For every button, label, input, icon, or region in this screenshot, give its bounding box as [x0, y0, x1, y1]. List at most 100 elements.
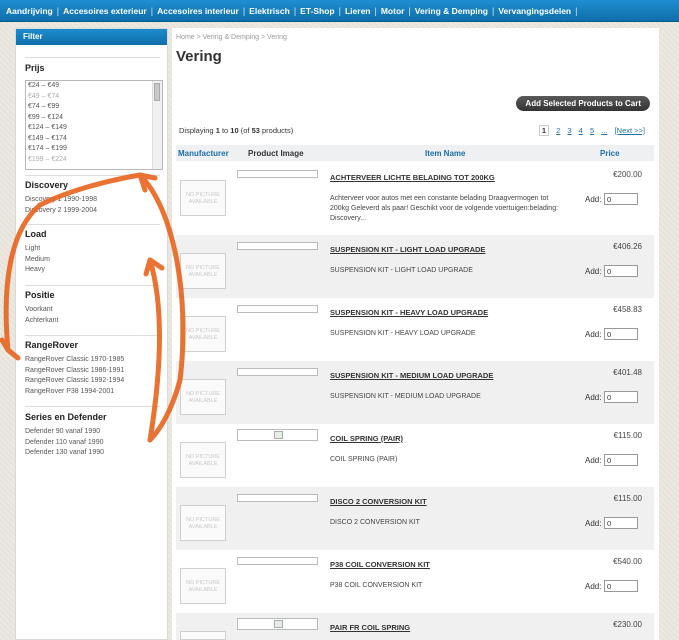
quantity-input[interactable]: 0: [604, 517, 638, 529]
product-name-link[interactable]: P38 COIL CONVERSION KIT: [330, 560, 430, 569]
product-image[interactable]: [237, 305, 318, 313]
add-selected-to-cart-button[interactable]: Add Selected Products to Cart: [516, 96, 650, 111]
page-link[interactable]: 5: [590, 126, 594, 135]
price-list-scrollbar[interactable]: [152, 81, 162, 169]
page-link[interactable]: 4: [579, 126, 583, 135]
price-range-list[interactable]: €24 – €49 €49 – €74 €74 – €99 €99 – €124…: [25, 80, 163, 170]
table-row: NO PICTURE AVAILABLE COIL SPRING (PAIR) …: [176, 424, 654, 487]
defender-option[interactable]: Defender 110 vanaf 1990: [25, 438, 160, 449]
no-picture-placeholder[interactable]: NO PICTURE AVAILABLE: [180, 379, 226, 415]
next-page-link[interactable]: [Next >>]: [615, 126, 645, 135]
main-content: Home > Vering & Demping > Vering Vering …: [172, 28, 659, 640]
page-link[interactable]: 3: [567, 126, 571, 135]
product-image[interactable]: [237, 557, 318, 565]
price-option[interactable]: €99 – €124: [26, 113, 162, 124]
product-image[interactable]: [237, 242, 318, 250]
quantity-input[interactable]: 0: [604, 265, 638, 277]
nav-et-shop[interactable]: ET-Shop: [300, 6, 334, 16]
product-name-link[interactable]: DISCO 2 CONVERSION KIT: [330, 497, 427, 506]
product-name-link[interactable]: COIL SPRING (PAIR): [330, 434, 403, 443]
no-picture-placeholder[interactable]: NO PICTURE AVAILABLE: [180, 180, 226, 216]
table-row: NO PICTURE AVAILABLE SUSPENSION KIT - HE…: [176, 298, 654, 361]
positie-filter-title: Positie: [25, 290, 55, 300]
price-option[interactable]: €49 – €74: [26, 92, 162, 103]
price-option[interactable]: €199 – €224: [26, 155, 162, 166]
product-image[interactable]: [237, 618, 318, 630]
table-row: NO PICTURE AVAILABLE SUSPENSION KIT - ME…: [176, 361, 654, 424]
price-option[interactable]: €24 – €49: [26, 81, 162, 92]
positie-option[interactable]: Voorkant: [25, 305, 160, 316]
product-name-link[interactable]: ACHTERVEER LICHTE BELADING TOT 200KG: [330, 173, 495, 182]
load-option[interactable]: Light: [25, 244, 160, 255]
nav-vervangingsdelen[interactable]: Vervangingsdelen: [498, 6, 571, 16]
product-name-link[interactable]: SUSPENSION KIT - MEDIUM LOAD UPGRADE: [330, 371, 493, 380]
product-name-link[interactable]: SUSPENSION KIT - LIGHT LOAD UPGRADE: [330, 245, 485, 254]
add-label: Add:: [585, 330, 602, 339]
product-price: €230.00: [613, 620, 642, 629]
page-link[interactable]: 2: [556, 126, 560, 135]
positie-option[interactable]: Achterkant: [25, 316, 160, 327]
rangerover-option[interactable]: RangeRover Classic 1992-1994: [25, 376, 160, 387]
quantity-input[interactable]: 0: [604, 193, 638, 205]
product-description: SUSPENSION KIT - MEDIUM LOAD UPGRADE: [330, 393, 481, 400]
column-item-name[interactable]: Item Name: [425, 149, 465, 158]
price-option[interactable]: €174 – €199: [26, 144, 162, 155]
rangerover-option[interactable]: RangeRover Classic 1970-1985: [25, 355, 160, 366]
price-option[interactable]: €149 – €174: [26, 134, 162, 145]
broken-image-icon: [274, 431, 283, 439]
top-navigation: Aandrijving | Accesoires exterieur | Acces…: [0, 0, 679, 22]
price-filter: Prijs: [25, 63, 160, 73]
no-picture-placeholder[interactable]: [180, 631, 226, 640]
product-image[interactable]: [237, 368, 318, 376]
nav-lieren[interactable]: Lieren: [345, 6, 371, 16]
price-option[interactable]: €124 – €149: [26, 123, 162, 134]
no-picture-placeholder[interactable]: NO PICTURE AVAILABLE: [180, 442, 226, 478]
quantity-input[interactable]: 0: [604, 391, 638, 403]
column-price[interactable]: Price: [600, 149, 620, 158]
product-description: SUSPENSION KIT - HEAVY LOAD UPGRADE: [330, 330, 476, 337]
rangerover-option[interactable]: RangeRover Classic 1986-1991: [25, 366, 160, 377]
nav-accesoires-exterieur[interactable]: Accesoires exterieur: [63, 6, 147, 16]
product-image[interactable]: [237, 494, 318, 502]
price-option[interactable]: €74 – €99: [26, 102, 162, 113]
no-picture-placeholder[interactable]: NO PICTURE AVAILABLE: [180, 505, 226, 541]
rangerover-option[interactable]: RangeRover P38 1994-2001: [25, 387, 160, 398]
defender-option[interactable]: Defender 130 vanaf 1990: [25, 448, 160, 459]
product-price: €115.00: [613, 494, 642, 503]
quantity-input[interactable]: 0: [604, 580, 638, 592]
quantity-input[interactable]: 0: [604, 454, 638, 466]
load-option[interactable]: Heavy: [25, 265, 160, 276]
scroll-thumb[interactable]: [154, 83, 160, 101]
column-manufacturer[interactable]: Manufacturer: [178, 149, 229, 158]
product-name-link[interactable]: SUSPENSION KIT - HEAVY LOAD UPGRADE: [330, 308, 488, 317]
product-image[interactable]: [237, 170, 318, 178]
load-option[interactable]: Medium: [25, 255, 160, 266]
table-row: PAIR FR COIL SPRING €230.00: [176, 613, 654, 640]
product-description: DISCO 2 CONVERSION KIT: [330, 519, 420, 526]
product-price: €458.83: [613, 305, 642, 314]
no-picture-placeholder[interactable]: NO PICTURE AVAILABLE: [180, 568, 226, 604]
defender-option[interactable]: Defender 90 vanaf 1990: [25, 427, 160, 438]
nav-accesoires-interieur[interactable]: Accesoires interieur: [157, 6, 239, 16]
no-picture-placeholder[interactable]: NO PICTURE AVAILABLE: [180, 253, 226, 289]
discovery-option[interactable]: Discovery 2 1999-2004: [25, 206, 160, 217]
defender-filter: Series en Defender Defender 90 vanaf 199…: [25, 412, 160, 459]
product-price: €115.00: [613, 431, 642, 440]
positie-filter: Positie Voorkant Achterkant: [25, 290, 160, 326]
pagination: 1 2 3 4 5 ... [Next >>]: [538, 125, 645, 136]
nav-aandrijving[interactable]: Aandrijving: [6, 6, 53, 16]
rangerover-filter-title: RangeRover: [25, 340, 79, 350]
breadcrumb[interactable]: Home > Vering & Demping > Vering: [176, 34, 287, 41]
product-name-link[interactable]: PAIR FR COIL SPRING: [330, 623, 410, 632]
discovery-option[interactable]: Discovery 1 1990-1998: [25, 195, 160, 206]
nav-vering-demping[interactable]: Vering & Demping: [415, 6, 488, 16]
product-description: Achterveer voor autos met een constante …: [330, 195, 559, 222]
no-picture-placeholder[interactable]: NO PICTURE AVAILABLE: [180, 316, 226, 352]
broken-image-icon: [274, 620, 283, 628]
page-ellipsis[interactable]: ...: [601, 126, 607, 135]
nav-motor[interactable]: Motor: [381, 6, 405, 16]
nav-elektrisch[interactable]: Elektrisch: [249, 6, 290, 16]
add-label: Add:: [585, 582, 602, 591]
quantity-input[interactable]: 0: [604, 328, 638, 340]
product-image[interactable]: [237, 429, 318, 441]
